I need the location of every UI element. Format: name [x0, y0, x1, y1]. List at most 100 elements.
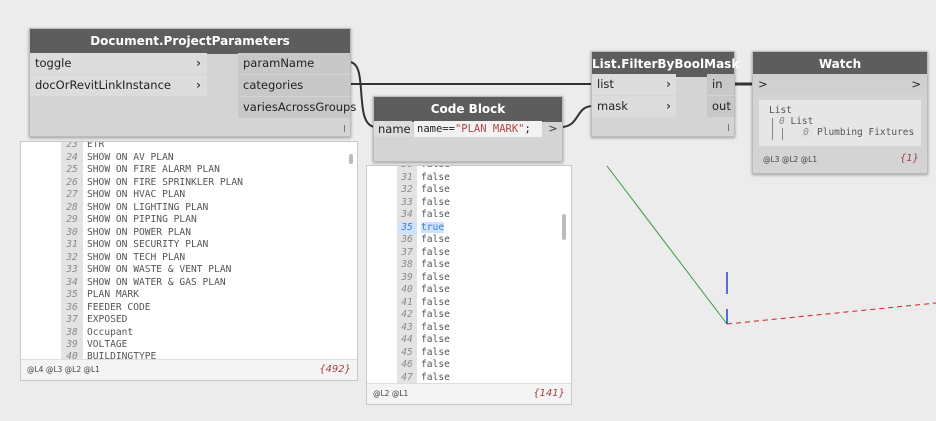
- list-item: 38 false: [397, 259, 450, 272]
- list-index: 37: [61, 314, 83, 327]
- list-value: VOLTAGE: [87, 339, 128, 350]
- list-item: 35 PLAN MARK: [61, 289, 139, 302]
- list-index: 41: [397, 296, 417, 309]
- chevron-right-icon: ›: [666, 77, 671, 91]
- list-item: 39 VOLTAGE: [61, 339, 127, 352]
- list-item: 32 SHOW ON TECH PLAN: [61, 251, 186, 264]
- item-count: {492}: [319, 364, 351, 375]
- scrollbar[interactable]: [562, 214, 566, 240]
- tree-child: 0 List: [779, 116, 814, 127]
- list-value: SHOW ON TECH PLAN: [87, 251, 186, 263]
- list-item: 27 SHOW ON HVAC PLAN: [61, 189, 185, 202]
- list-item: 30 SHOW ON POWER PLAN: [61, 226, 191, 239]
- output-port-paramname[interactable]: paramName: [238, 53, 350, 74]
- project-parameters-preview[interactable]: 23 ETR 24 SHOW ON AV PLAN 25 SHOW ON FIRE AL…: [20, 141, 358, 381]
- list-index: 36: [397, 234, 417, 247]
- input-port-list[interactable]: list ›: [592, 74, 676, 95]
- input-port-mask[interactable]: mask ›: [592, 96, 676, 117]
- list-item: 42 false: [397, 309, 450, 322]
- tree-line: [782, 128, 783, 140]
- list-index: 31: [397, 171, 417, 184]
- list-index: 38: [61, 326, 83, 339]
- gizmo-green-axis: [606, 165, 728, 325]
- watch-node[interactable]: Watch > > List 0 List 0 Plumbing Fixtures…: [752, 51, 928, 174]
- list-index: 30: [61, 226, 83, 239]
- list-item: 31 SHOW ON SECURITY PLAN: [61, 239, 208, 252]
- output-port-variesacrossgroups[interactable]: variesAcrossGroups: [238, 97, 356, 118]
- list-index: 42: [397, 309, 417, 322]
- list-item: 28 SHOW ON LIGHTING PLAN: [61, 201, 208, 214]
- output-port-categories[interactable]: categories: [238, 75, 350, 96]
- list-index: 35: [397, 221, 417, 234]
- list-item: 25 SHOW ON FIRE ALARM PLAN: [61, 164, 220, 177]
- list-item: 34 false: [397, 209, 450, 222]
- list-item: 36 false: [397, 234, 450, 247]
- list-index: 39: [61, 339, 83, 352]
- list-value: PLAN MARK: [87, 289, 139, 300]
- list-value: SHOW ON POWER PLAN: [87, 226, 191, 238]
- list-index: 36: [61, 301, 83, 314]
- project-parameters-node[interactable]: Document.ProjectParameters toggle › docO…: [29, 28, 356, 137]
- chevron-right-icon: ›: [666, 99, 671, 113]
- list-value: false: [421, 234, 450, 245]
- list-value: SHOW ON FIRE SPRINKLER PLAN: [87, 176, 243, 188]
- list-item: 24 SHOW ON AV PLAN: [61, 151, 174, 164]
- list-value: false: [421, 346, 450, 358]
- input-port-docorrevitlinkinstance[interactable]: docOrRevitLinkInstance ›: [30, 75, 207, 96]
- list-item: 36 FEEDER CODE: [61, 301, 151, 314]
- list-item: 37 EXPOSED: [61, 314, 127, 327]
- output-port-watch[interactable]: >: [911, 74, 921, 95]
- list-value: false: [421, 196, 450, 208]
- list-value: false: [421, 334, 450, 345]
- list-index: 40: [397, 284, 417, 297]
- resize-handle[interactable]: [728, 124, 729, 131]
- code-block-preview[interactable]: 30false 31false32false33false34false35tr…: [366, 165, 572, 405]
- list-index: 39: [397, 271, 417, 284]
- list-item: 33 false: [397, 196, 450, 209]
- output-port-code[interactable]: >: [546, 121, 560, 137]
- list-item: 46 false: [397, 359, 450, 372]
- list-index: 32: [397, 184, 417, 197]
- list-index: 45: [397, 346, 417, 359]
- list-index: 33: [61, 264, 83, 277]
- list-item: 23 ETR: [61, 142, 104, 152]
- level-indicator: @L2 @L1: [373, 389, 409, 398]
- list-value: false: [421, 359, 450, 370]
- input-port-toggle[interactable]: toggle ›: [30, 53, 207, 74]
- list-index: 34: [61, 276, 83, 289]
- list-item: 41 false: [397, 296, 450, 309]
- chevron-right-icon: ›: [196, 56, 201, 70]
- tree-line: [772, 118, 773, 140]
- list-value: SHOW ON FIRE ALARM PLAN: [87, 164, 220, 175]
- input-port-name[interactable]: name: [374, 121, 412, 137]
- list-index: 24: [61, 151, 83, 164]
- level-indicator: @L4 @L3 @L2 @L1: [27, 365, 100, 374]
- list-item: 44 false: [397, 334, 450, 347]
- node-title: Code Block: [374, 97, 562, 122]
- code-block-node[interactable]: Code Block name name=="PLAN MARK"; >: [373, 96, 563, 162]
- output-port-in[interactable]: in: [707, 74, 734, 95]
- input-port-watch[interactable]: > >: [753, 74, 927, 95]
- list-index: 29: [61, 214, 83, 227]
- list-value: FEEDER CODE: [87, 301, 151, 313]
- watch-footer: @L3 @L2 @L1 {1}: [753, 150, 927, 170]
- list-item: 34 SHOW ON WATER & GAS PLAN: [61, 276, 226, 289]
- list-item: 31 false: [397, 171, 450, 184]
- list-index: 37: [397, 246, 417, 259]
- list-value: false: [421, 184, 450, 195]
- list-value: false: [421, 209, 450, 220]
- item-count: {141}: [533, 388, 565, 399]
- list-item: 43 false: [397, 321, 450, 334]
- list-value: SHOW ON SECURITY PLAN: [87, 239, 209, 250]
- output-port-out[interactable]: out: [707, 96, 734, 117]
- node-title: Document.ProjectParameters: [30, 29, 350, 54]
- list-index: 25: [61, 164, 83, 177]
- filter-by-bool-mask-node[interactable]: List.FilterByBoolMask list › mask › in o…: [591, 51, 739, 137]
- list-index: 46: [397, 359, 417, 372]
- watch-tree: List 0 List 0 Plumbing Fixtures: [759, 100, 921, 146]
- list-index: 32: [61, 251, 83, 264]
- resize-handle[interactable]: [344, 125, 345, 132]
- code-editor[interactable]: name=="PLAN MARK";: [414, 121, 542, 137]
- list-value: Occupant: [87, 326, 134, 338]
- scrollbar[interactable]: [349, 154, 353, 164]
